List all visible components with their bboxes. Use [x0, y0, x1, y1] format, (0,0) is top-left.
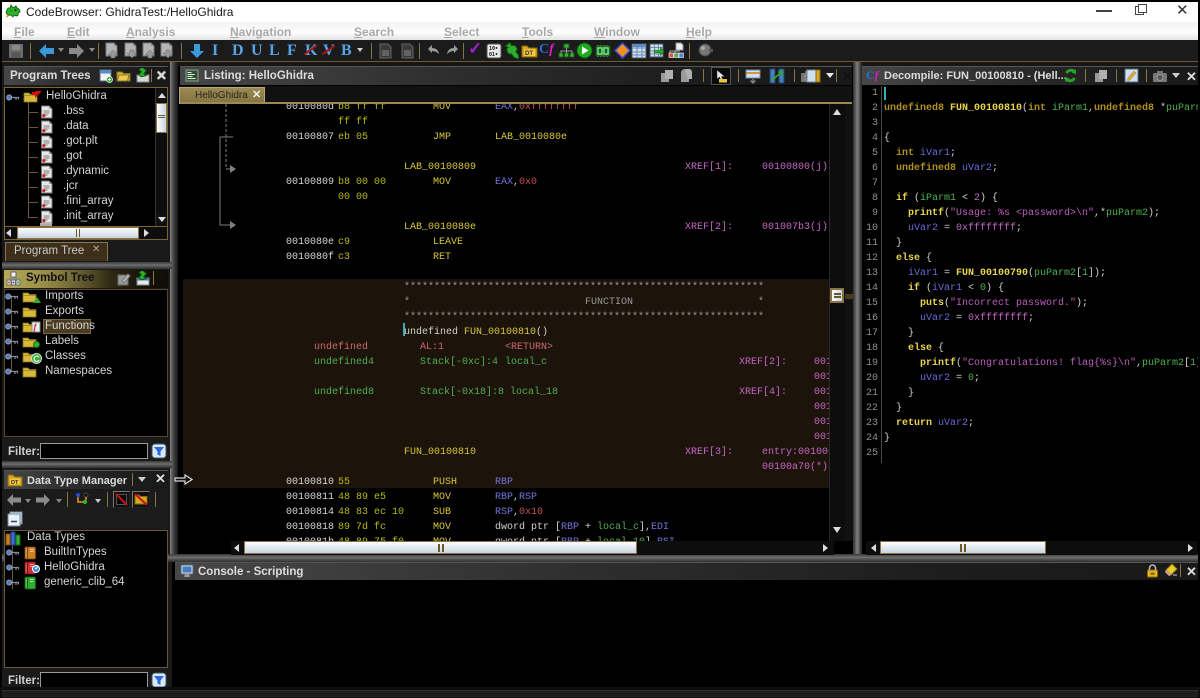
svg-text:01•: 01•: [489, 52, 498, 58]
svg-text:DT: DT: [11, 480, 19, 486]
svg-text:DT: DT: [525, 51, 533, 57]
